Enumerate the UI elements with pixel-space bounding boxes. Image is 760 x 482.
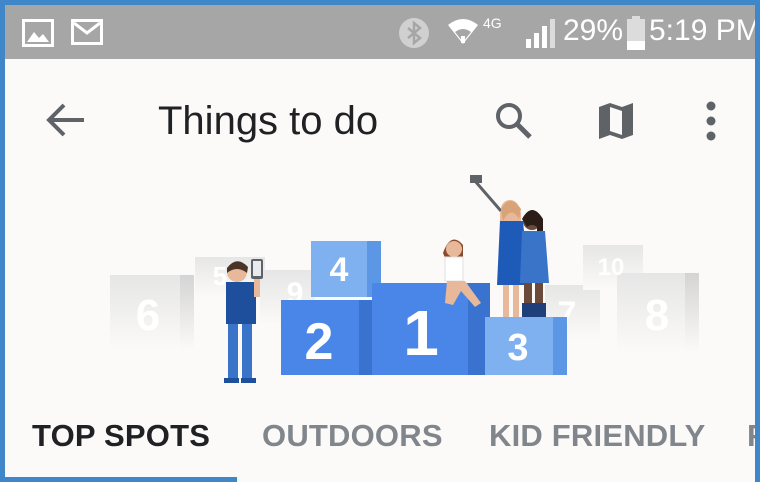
podium-number-4: 4 <box>330 251 349 289</box>
gallery-icon <box>22 19 54 47</box>
tab-partial[interactable]: F <box>747 418 755 454</box>
bluetooth-icon <box>399 18 429 48</box>
podium-number-2: 2 <box>305 313 334 371</box>
screen: 4G 29% 5:19 PM Things to do 6 5 9 7 10 8… <box>5 5 755 482</box>
clock: 5:19 PM <box>649 14 755 47</box>
podium-number-3: 3 <box>507 327 528 369</box>
bg-number-8: 8 <box>645 291 669 340</box>
bg-number-6: 6 <box>136 291 160 340</box>
signal-icon <box>526 19 555 48</box>
tab-top-spots[interactable]: TOP SPOTS <box>32 418 210 454</box>
bg-number-5: 5 <box>213 261 227 291</box>
category-tabs: TOP SPOTS OUTDOORS KID FRIENDLY F <box>5 400 755 482</box>
podium-illustration: 6 5 9 7 10 8 4 2 1 3 <box>110 175 699 383</box>
wifi-icon <box>448 19 478 44</box>
battery-icon <box>627 16 645 50</box>
network-type-icon: 4G <box>483 15 502 31</box>
email-icon <box>71 19 103 45</box>
tab-kid-friendly[interactable]: KID FRIENDLY <box>489 418 706 454</box>
tab-outdoors[interactable]: OUTDOORS <box>262 418 443 454</box>
battery-percent: 29% <box>563 14 624 47</box>
active-tab-indicator <box>5 477 237 482</box>
back-arrow-icon[interactable] <box>46 103 86 137</box>
status-bar: 4G 29% 5:19 PM <box>5 5 755 59</box>
bg-number-10: 10 <box>598 254 625 281</box>
podium-number-1: 1 <box>403 297 439 369</box>
network-type-label: 4G <box>483 15 502 31</box>
person-with-phone <box>224 259 263 383</box>
